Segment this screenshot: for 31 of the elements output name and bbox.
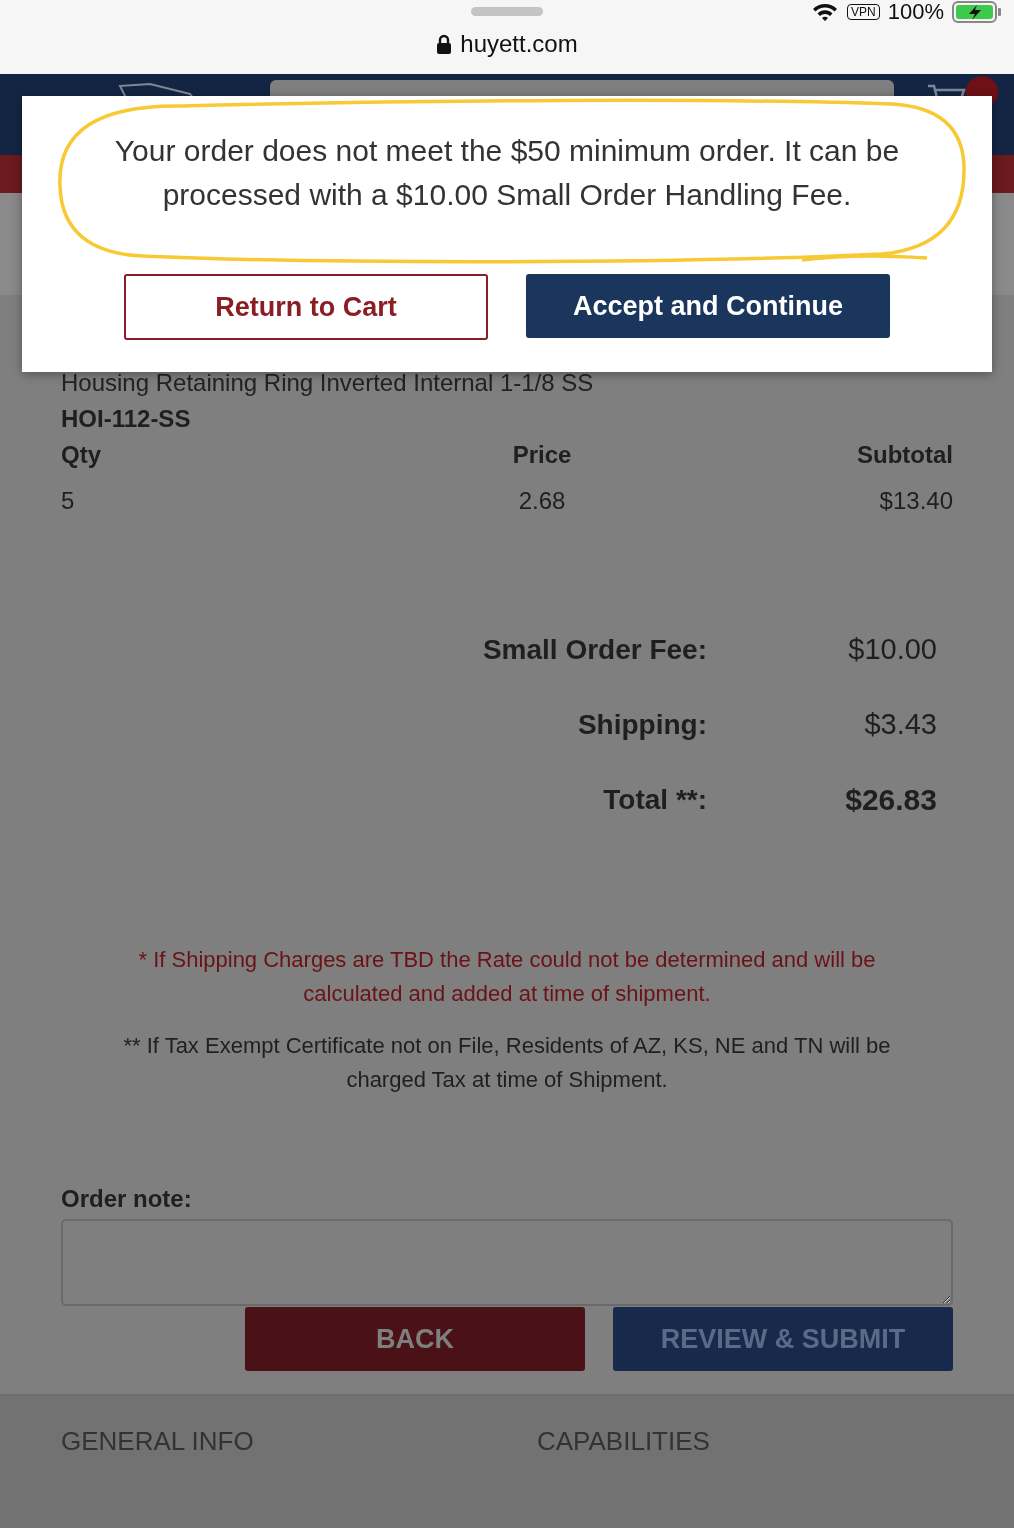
accept-button[interactable]: Accept and Continue bbox=[526, 274, 890, 338]
table-cell-text: 5 bbox=[61, 487, 76, 515]
back-button[interactable]: BACK bbox=[245, 1307, 585, 1371]
return-button[interactable]: Return to Cart bbox=[124, 274, 488, 340]
table-cell-text: 2.68 bbox=[517, 487, 567, 515]
total-label: Small Order Fee: bbox=[481, 633, 707, 666]
column-header: Qty bbox=[61, 441, 102, 469]
battery-icon bbox=[952, 0, 1002, 24]
total-label: Total **: bbox=[602, 784, 707, 816]
dialog-message: Your order does not meet the $50 minimum order. It can be processed with a $10.00 Small Order Handling Fee. bbox=[113, 133, 901, 213]
total-value: $26.83 bbox=[844, 783, 937, 817]
address-bar[interactable]: huyett.com bbox=[460, 30, 578, 58]
battery-percent: 100% bbox=[887, 0, 944, 25]
vpn-indicator: VPN bbox=[847, 4, 880, 20]
order-note-field[interactable] bbox=[61, 1219, 953, 1306]
table-cell-text: $13.40 bbox=[878, 487, 953, 515]
lock-icon bbox=[436, 34, 453, 54]
column-header: Price bbox=[511, 441, 573, 469]
total-value: $3.43 bbox=[863, 708, 937, 741]
total-label: Shipping: bbox=[576, 708, 707, 741]
wifi-icon bbox=[811, 2, 840, 22]
order-note-label: Order note: bbox=[61, 1185, 193, 1213]
grabber-handle[interactable] bbox=[471, 7, 543, 16]
footer-heading: GENERAL INFO bbox=[61, 1426, 255, 1456]
product-code: HOI-112-SS bbox=[61, 405, 192, 433]
footnote: * If Shipping Charges are TBD the Rate could not be determined and will be calculated and added at time of shipment. bbox=[137, 946, 877, 1008]
footnote: ** If Tax Exempt Certificate not on File, Residents of AZ, KS, NE and TN will be charged Tax at time of Shipment. bbox=[122, 1032, 892, 1094]
column-header: Subtotal bbox=[856, 441, 953, 469]
footer-heading: CAPABILITIES bbox=[537, 1426, 711, 1456]
total-value: $10.00 bbox=[847, 633, 937, 666]
product-name: Housing Retaining Ring Inverted Internal 1-1/8 SS bbox=[61, 369, 595, 397]
